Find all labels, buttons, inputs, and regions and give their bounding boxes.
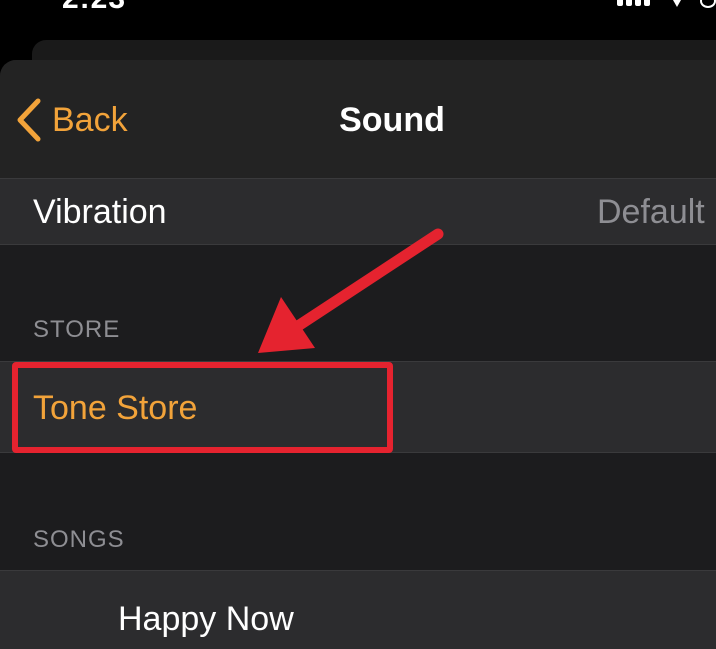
vibration-value: Default bbox=[597, 193, 705, 231]
store-section-header: STORE bbox=[33, 316, 121, 343]
annotation-highlight-box bbox=[12, 362, 393, 453]
screen: 2:23 Back Sound Vibration Default STORE … bbox=[0, 0, 716, 649]
vibration-row[interactable]: Vibration Default bbox=[0, 179, 716, 245]
songs-section-header: SONGS bbox=[33, 526, 125, 553]
sound-sheet: Back Sound Vibration Default STORE Tone … bbox=[0, 60, 716, 649]
status-time: 2:23 bbox=[62, 0, 126, 16]
wifi-icon bbox=[673, 0, 681, 7]
navigation-bar: Back Sound bbox=[0, 60, 716, 179]
song-row[interactable]: Happy Now bbox=[0, 570, 716, 649]
page-title: Sound bbox=[339, 101, 445, 139]
song-title: Happy Now bbox=[118, 600, 294, 638]
battery-icon bbox=[700, 0, 716, 8]
signal-icon bbox=[617, 0, 650, 6]
vibration-label: Vibration bbox=[33, 193, 167, 231]
